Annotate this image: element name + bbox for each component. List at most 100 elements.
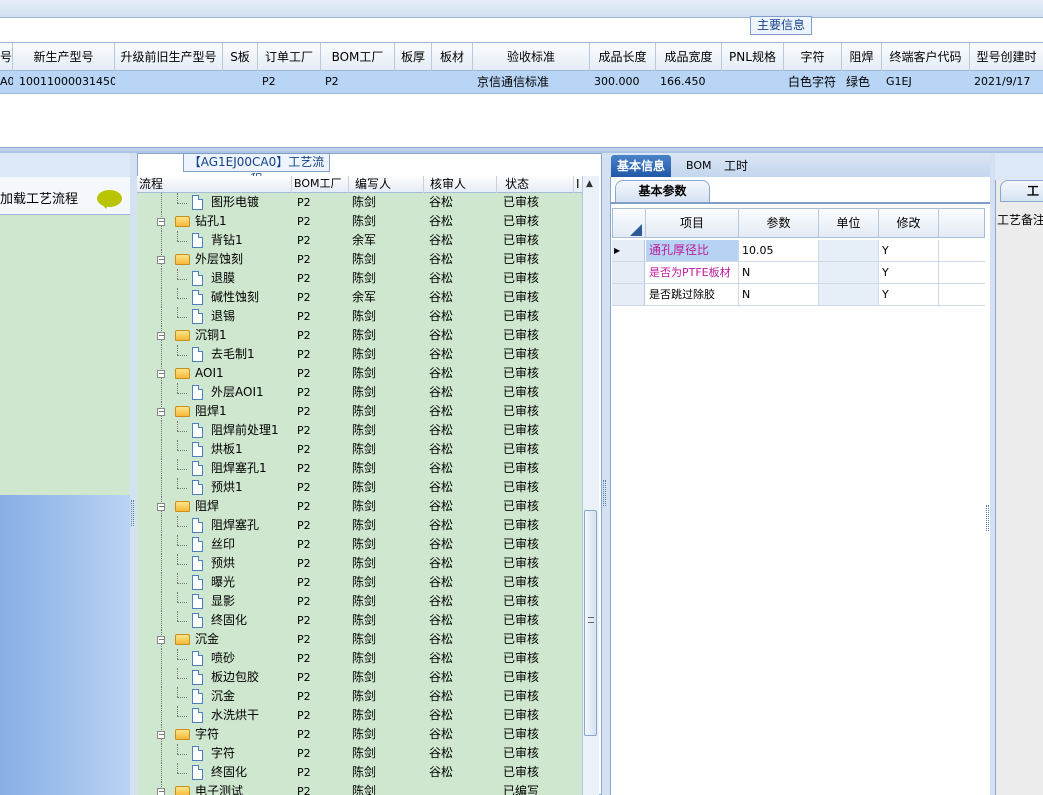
col-header[interactable]: S板 bbox=[223, 43, 258, 71]
tree-row[interactable]: − 外层蚀刻 P2 陈剑 谷松 已审核 bbox=[137, 250, 582, 269]
param-value[interactable]: N bbox=[739, 284, 819, 305]
tree-row[interactable]: 显影 P2 陈剑 谷松 已审核 bbox=[137, 592, 582, 611]
param-row[interactable]: 是否为PTFE板材 N Y bbox=[612, 262, 985, 284]
col-header[interactable]: 新生产型号 bbox=[13, 43, 115, 71]
col-header[interactable]: 号 bbox=[0, 43, 13, 71]
scroll-up-arrow-icon[interactable]: ▲ bbox=[586, 179, 593, 189]
tree-line bbox=[161, 592, 162, 611]
tree-row[interactable]: − 阻焊1 P2 陈剑 谷松 已审核 bbox=[137, 402, 582, 421]
param-value[interactable]: N bbox=[739, 262, 819, 283]
tree-row[interactable]: − AOI1 P2 陈剑 谷松 已审核 bbox=[137, 364, 582, 383]
tree-row[interactable]: 图形电镀 P2 陈剑 谷松 已审核 bbox=[137, 193, 582, 212]
col-header[interactable]: 型号创建时 bbox=[970, 43, 1043, 71]
tree-row[interactable]: 碱性蚀刻 P2 余军 谷松 已审核 bbox=[137, 288, 582, 307]
tree-line bbox=[177, 573, 178, 583]
tree-col-header[interactable]: I bbox=[574, 176, 582, 193]
tree-row[interactable]: − 字符 P2 陈剑 谷松 已审核 bbox=[137, 725, 582, 744]
collapse-toggle-icon[interactable]: − bbox=[157, 731, 165, 739]
col-header[interactable]: PNL规格 bbox=[722, 43, 784, 71]
splitter-grip[interactable] bbox=[986, 505, 989, 531]
tree-factory: P2 bbox=[297, 329, 311, 342]
collapse-toggle-icon[interactable]: − bbox=[157, 503, 165, 511]
tree-row[interactable]: 水洗烘干 P2 陈剑 谷松 已审核 bbox=[137, 706, 582, 725]
tree-row[interactable]: 背钻1 P2 余军 谷松 已审核 bbox=[137, 231, 582, 250]
tree-row[interactable]: − 钻孔1 P2 陈剑 谷松 已审核 bbox=[137, 212, 582, 231]
tree-row[interactable]: 预烘1 P2 陈剑 谷松 已审核 bbox=[137, 478, 582, 497]
collapse-toggle-icon[interactable]: − bbox=[157, 256, 165, 264]
vertical-splitter-middle[interactable] bbox=[602, 153, 610, 795]
speech-bubble-icon[interactable] bbox=[97, 190, 122, 209]
param-row[interactable]: 是否跳过除胶 N Y bbox=[612, 284, 985, 306]
param-row[interactable]: ▶ 通孔厚径比 10.05 Y bbox=[612, 240, 985, 262]
tree-row[interactable]: 阻焊塞孔 P2 陈剑 谷松 已审核 bbox=[137, 516, 582, 535]
param-unit[interactable] bbox=[819, 262, 879, 283]
col-header[interactable]: BOM工厂 bbox=[321, 43, 395, 71]
tree-row[interactable]: 阻焊前处理1 P2 陈剑 谷松 已审核 bbox=[137, 421, 582, 440]
col-header[interactable]: 板厚 bbox=[395, 43, 432, 71]
tab-work-hours[interactable]: 工时 bbox=[718, 155, 754, 177]
tree-row[interactable]: 曝光 P2 陈剑 谷松 已审核 bbox=[137, 573, 582, 592]
collapse-toggle-icon[interactable]: − bbox=[157, 218, 165, 226]
col-header[interactable]: 订单工厂 bbox=[258, 43, 321, 71]
param-unit[interactable] bbox=[819, 240, 879, 261]
tree-row[interactable]: 终固化 P2 陈剑 谷松 已审核 bbox=[137, 763, 582, 782]
param-col-header[interactable]: 参数 bbox=[739, 208, 819, 238]
row-header[interactable] bbox=[612, 284, 645, 305]
vertical-splitter-left[interactable] bbox=[130, 153, 137, 795]
tree-col-header[interactable]: 核审人 bbox=[424, 176, 497, 193]
col-header[interactable]: 验收标准 bbox=[473, 43, 590, 71]
scrollbar-thumb[interactable] bbox=[584, 510, 597, 736]
splitter-grip[interactable] bbox=[603, 480, 606, 506]
collapse-toggle-icon[interactable]: − bbox=[157, 408, 165, 416]
tree-row[interactable]: − 沉铜1 P2 陈剑 谷松 已审核 bbox=[137, 326, 582, 345]
col-header[interactable]: 字符 bbox=[784, 43, 842, 71]
row-header[interactable] bbox=[612, 262, 645, 283]
tree-col-header[interactable]: 状态 bbox=[497, 176, 574, 193]
col-header[interactable]: 成品宽度 bbox=[656, 43, 722, 71]
process-notes-tab[interactable]: 工 bbox=[1000, 180, 1043, 202]
param-modify[interactable]: Y bbox=[879, 240, 939, 261]
collapse-toggle-icon[interactable]: − bbox=[157, 332, 165, 340]
tree-row[interactable]: 退膜 P2 陈剑 谷松 已审核 bbox=[137, 269, 582, 288]
subtab-basic-params[interactable]: 基本参数 bbox=[615, 180, 710, 202]
tree-row[interactable]: 烘板1 P2 陈剑 谷松 已审核 bbox=[137, 440, 582, 459]
tree-row[interactable]: − 阻焊 P2 陈剑 谷松 已审核 bbox=[137, 497, 582, 516]
col-header[interactable]: 升级前旧生产型号 bbox=[115, 43, 223, 71]
tree-row[interactable]: 字符 P2 陈剑 谷松 已审核 bbox=[137, 744, 582, 763]
tab-bom[interactable]: BOM bbox=[680, 155, 718, 177]
tree-col-header[interactable]: BOM工厂 bbox=[292, 176, 349, 193]
tree-row[interactable]: 丝印 P2 陈剑 谷松 已审核 bbox=[137, 535, 582, 554]
collapse-toggle-icon[interactable]: − bbox=[157, 636, 165, 644]
col-header[interactable]: 板材 bbox=[432, 43, 473, 71]
tree-row[interactable]: 沉金 P2 陈剑 谷松 已审核 bbox=[137, 687, 582, 706]
collapse-toggle-icon[interactable]: − bbox=[157, 788, 165, 795]
tree-row[interactable]: 预烘 P2 陈剑 谷松 已审核 bbox=[137, 554, 582, 573]
tree-row[interactable]: 阻焊塞孔1 P2 陈剑 谷松 已审核 bbox=[137, 459, 582, 478]
splitter-grip[interactable] bbox=[131, 500, 134, 526]
tree-row[interactable]: − 沉金 P2 陈剑 谷松 已审核 bbox=[137, 630, 582, 649]
param-value[interactable]: 10.05 bbox=[739, 240, 819, 261]
col-header[interactable]: 终端客户代码 bbox=[882, 43, 970, 71]
param-unit[interactable] bbox=[819, 284, 879, 305]
tree-row[interactable]: 退锡 P2 陈剑 谷松 已审核 bbox=[137, 307, 582, 326]
tree-row[interactable]: 外层AOI1 P2 陈剑 谷松 已审核 bbox=[137, 383, 582, 402]
param-col-header[interactable]: 项目 bbox=[646, 208, 739, 238]
param-modify[interactable]: Y bbox=[879, 284, 939, 305]
row-header[interactable]: ▶ bbox=[612, 240, 645, 261]
tree-row[interactable]: 板边包胶 P2 陈剑 谷松 已审核 bbox=[137, 668, 582, 687]
main-grid-row[interactable]: A0 10011000031450 P2 P2 京信通信标准 300.000 1… bbox=[0, 71, 1043, 94]
tree-row[interactable]: 喷砂 P2 陈剑 谷松 已审核 bbox=[137, 649, 582, 668]
col-header[interactable]: 阻焊 bbox=[842, 43, 882, 71]
tree-col-header[interactable]: 流程 bbox=[137, 176, 292, 193]
col-header[interactable]: 成品长度 bbox=[590, 43, 656, 71]
param-col-header[interactable]: 修改 bbox=[879, 208, 939, 238]
collapse-toggle-icon[interactable]: − bbox=[157, 370, 165, 378]
param-col-header[interactable]: 单位 bbox=[819, 208, 879, 238]
tree-col-header[interactable]: 编写人 bbox=[349, 176, 424, 193]
tab-basic-info[interactable]: 基本信息 bbox=[611, 155, 672, 177]
tree-row[interactable]: − 电子测试 P2 陈剑 已编写 bbox=[137, 782, 582, 795]
tree-row[interactable]: 去毛制1 P2 陈剑 谷松 已审核 bbox=[137, 345, 582, 364]
tree-row[interactable]: 终固化 P2 陈剑 谷松 已审核 bbox=[137, 611, 582, 630]
param-modify[interactable]: Y bbox=[879, 262, 939, 283]
tree-status: 已审核 bbox=[503, 404, 540, 418]
